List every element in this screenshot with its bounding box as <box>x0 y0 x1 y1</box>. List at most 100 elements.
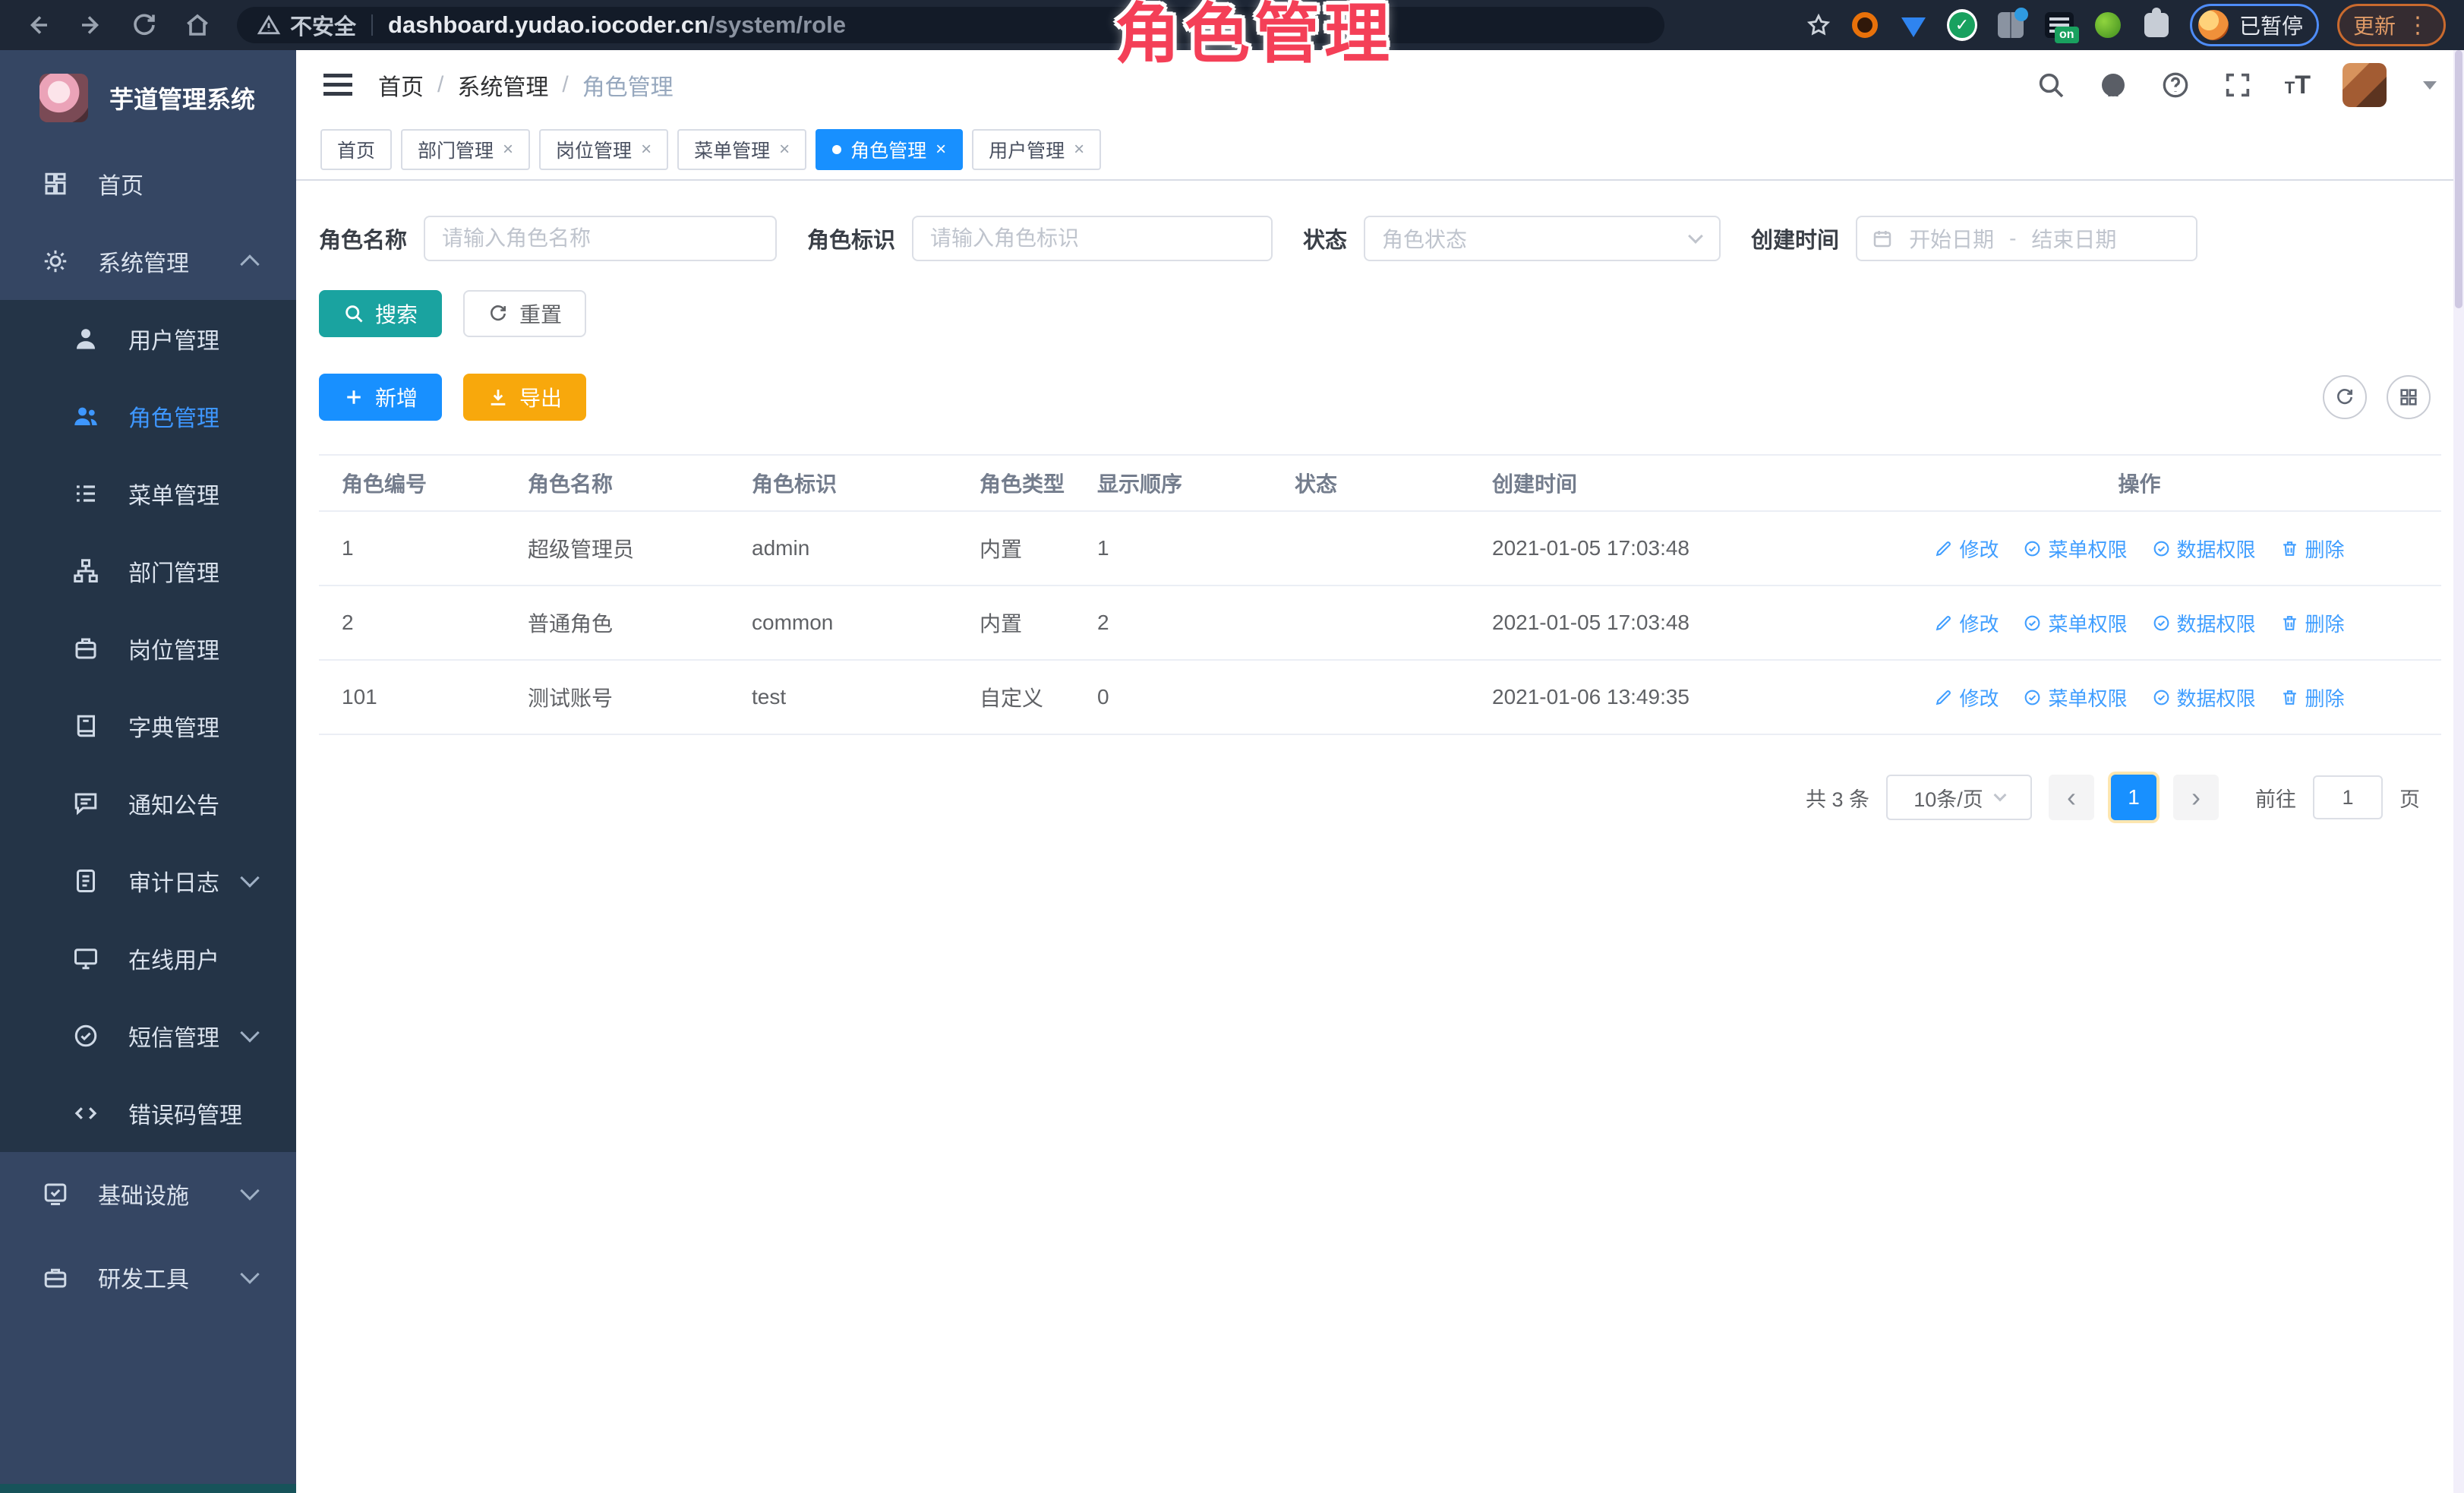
extension-bug-icon[interactable] <box>2093 10 2123 40</box>
search-icon[interactable] <box>2036 70 2066 100</box>
page-size-select[interactable]: 10条/页 <box>1886 775 2032 820</box>
sidebar-item-online-users[interactable]: 在线用户 <box>0 920 296 997</box>
hamburger-icon[interactable] <box>323 74 352 96</box>
insecure-warning-icon[interactable] <box>257 13 281 37</box>
extension-lines-icon[interactable]: on <box>2044 10 2074 40</box>
sidebar-item-infrastructure[interactable]: 基础设施 <box>0 1152 296 1236</box>
next-page-button[interactable]: › <box>2173 775 2219 820</box>
browser-menu-icon[interactable]: ⋮ <box>2406 12 2430 39</box>
refresh-table-button[interactable] <box>2323 375 2367 419</box>
help-icon[interactable] <box>2160 70 2191 100</box>
sidebar-item-error-codes[interactable]: 错误码管理 <box>0 1075 296 1152</box>
close-icon[interactable]: × <box>779 139 790 160</box>
extension-gem-icon[interactable] <box>1898 10 1929 40</box>
pencil-icon <box>1934 539 1953 558</box>
add-button[interactable]: 新增 <box>319 374 442 421</box>
status-select[interactable]: 角色状态 <box>1364 216 1721 261</box>
scrollbar-track[interactable] <box>2453 50 2464 1493</box>
browser-reload-icon[interactable] <box>131 11 158 39</box>
extension-grid-icon[interactable] <box>1995 10 2026 40</box>
menu-permission-link[interactable]: 菜单权限 <box>2023 535 2127 563</box>
avatar[interactable] <box>2343 63 2387 107</box>
breadcrumb-home[interactable]: 首页 <box>378 68 424 102</box>
tab-home[interactable]: 首页 <box>320 129 392 170</box>
close-icon[interactable]: × <box>935 139 946 160</box>
address-bar[interactable]: 不安全 dashboard.yudao.iocoder.cn /system/r… <box>237 7 1664 43</box>
app-logo-row[interactable]: 芋道管理系统 <box>0 50 296 145</box>
browser-forward-icon[interactable] <box>77 11 105 39</box>
profile-paused-pill[interactable]: 已暂停 <box>2190 4 2319 46</box>
tab-posts[interactable]: 岗位管理× <box>539 129 668 170</box>
data-permission-link[interactable]: 数据权限 <box>2152 609 2256 637</box>
menu-permission-link[interactable]: 菜单权限 <box>2023 609 2127 637</box>
tab-roles[interactable]: 角色管理× <box>816 129 963 170</box>
close-icon[interactable]: × <box>503 139 513 160</box>
chevron-down-icon <box>1688 229 1703 244</box>
column-settings-button[interactable] <box>2387 375 2431 419</box>
data-permission-link[interactable]: 数据权限 <box>2152 535 2256 563</box>
refresh-icon <box>487 303 509 324</box>
browser-back-icon[interactable] <box>24 11 52 39</box>
tab-departments[interactable]: 部门管理× <box>401 129 530 170</box>
font-size-icon[interactable]: TT <box>2285 71 2311 100</box>
reset-button[interactable]: 重置 <box>463 290 586 337</box>
circle-check-icon <box>2152 614 2171 633</box>
scrollbar-thumb[interactable] <box>2455 50 2462 308</box>
sidebar-item-menus[interactable]: 菜单管理 <box>0 455 296 532</box>
breadcrumb-separator: / <box>437 72 443 98</box>
sidebar-item-posts[interactable]: 岗位管理 <box>0 610 296 687</box>
sidebar-item-departments[interactable]: 部门管理 <box>0 532 296 610</box>
user-group-icon <box>72 402 99 430</box>
security-label[interactable]: 不安全 <box>290 9 356 41</box>
close-icon[interactable]: × <box>1074 139 1084 160</box>
search-button[interactable]: 搜索 <box>319 290 442 337</box>
browser-update-button[interactable]: 更新 ⋮ <box>2337 4 2446 46</box>
edit-link[interactable]: 修改 <box>1934 535 1999 563</box>
sidebar-item-dict[interactable]: 字典管理 <box>0 687 296 765</box>
sidebar-item-users[interactable]: 用户管理 <box>0 300 296 377</box>
role-key-input[interactable] <box>912 216 1273 261</box>
export-button[interactable]: 导出 <box>463 374 586 421</box>
github-icon[interactable] <box>2098 70 2128 100</box>
trash-icon <box>2280 539 2299 558</box>
date-range-picker[interactable]: 开始日期 - 结束日期 <box>1856 216 2197 261</box>
sidebar-item-home[interactable]: 首页 <box>0 145 296 223</box>
circle-check-icon <box>72 1022 99 1050</box>
date-start-placeholder[interactable]: 开始日期 <box>1909 223 1994 254</box>
prev-page-button[interactable]: ‹ <box>2049 775 2094 820</box>
menu-permission-label: 菜单权限 <box>2048 683 2127 712</box>
delete-link[interactable]: 删除 <box>2280 609 2345 637</box>
delete-link[interactable]: 删除 <box>2280 683 2345 712</box>
trash-icon <box>2280 688 2299 707</box>
role-name-input[interactable] <box>424 216 777 261</box>
sidebar-item-notice[interactable]: 通知公告 <box>0 765 296 842</box>
date-end-placeholder[interactable]: 结束日期 <box>2031 223 2116 254</box>
sidebar-item-sms[interactable]: 短信管理 <box>0 997 296 1075</box>
sidebar-item-label: 字典管理 <box>128 709 219 743</box>
sidebar-item-roles[interactable]: 角色管理 <box>0 377 296 455</box>
tab-users[interactable]: 用户管理× <box>972 129 1101 170</box>
sidebar-item-audit-log[interactable]: 审计日志 <box>0 842 296 920</box>
extension-puzzle-icon[interactable] <box>2141 10 2172 40</box>
update-label: 更新 <box>2353 10 2396 40</box>
edit-link[interactable]: 修改 <box>1934 683 1999 712</box>
menu-permission-link[interactable]: 菜单权限 <box>2023 683 2127 712</box>
role-key-label: 角色标识 <box>807 223 895 254</box>
extension-check-icon[interactable]: ✓ <box>1947 10 1977 40</box>
avatar-caret-icon[interactable] <box>2423 81 2437 90</box>
goto-page-input[interactable] <box>2313 775 2383 819</box>
delete-link[interactable]: 删除 <box>2280 535 2345 563</box>
tab-menus[interactable]: 菜单管理× <box>677 129 806 170</box>
browser-home-icon[interactable] <box>184 11 211 39</box>
breadcrumb-separator: / <box>562 72 568 98</box>
bookmark-star-icon[interactable] <box>1806 12 1831 38</box>
sidebar-item-dev-tools[interactable]: 研发工具 <box>0 1236 296 1319</box>
breadcrumb-system[interactable]: 系统管理 <box>457 68 548 102</box>
extension-target-icon[interactable] <box>1850 10 1880 40</box>
data-permission-link[interactable]: 数据权限 <box>2152 683 2256 712</box>
close-icon[interactable]: × <box>641 139 651 160</box>
fullscreen-icon[interactable] <box>2223 70 2253 100</box>
sidebar-item-system[interactable]: 系统管理 <box>0 223 296 300</box>
page-1-button[interactable]: 1 <box>2111 775 2156 820</box>
edit-link[interactable]: 修改 <box>1934 609 1999 637</box>
